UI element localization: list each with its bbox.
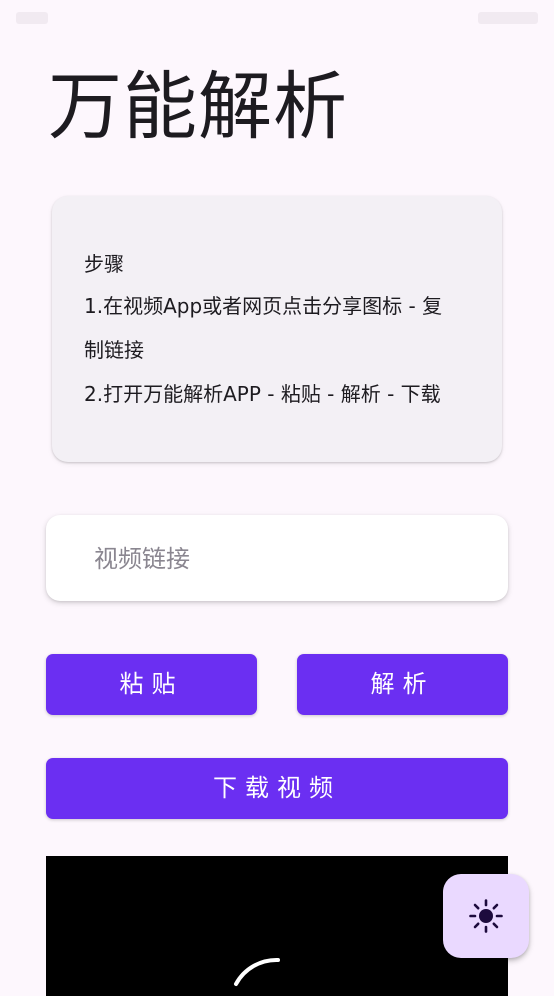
- step-1-line-1: 1.在视频App或者网页点击分享图标 - 复: [84, 294, 443, 318]
- theme-toggle-button[interactable]: [443, 874, 529, 958]
- steps-heading: 步骤: [84, 252, 124, 276]
- steps-card: 步骤 1.在视频App或者网页点击分享图标 - 复 制链接 2.打开万能解析AP…: [52, 196, 502, 462]
- video-link-field[interactable]: [46, 515, 508, 603]
- status-time-placeholder: [16, 12, 48, 24]
- video-player[interactable]: [46, 856, 508, 996]
- loading-spinner-icon: [234, 957, 280, 986]
- status-bar: [0, 0, 554, 36]
- download-video-button[interactable]: 下载视频: [46, 758, 508, 819]
- step-2: 2.打开万能解析APP - 粘贴 - 解析 - 下载: [84, 382, 441, 406]
- status-icons-placeholder: [478, 12, 538, 24]
- paste-button[interactable]: 粘贴: [46, 654, 257, 715]
- parse-button[interactable]: 解析: [297, 654, 508, 715]
- sun-icon: [469, 899, 503, 933]
- page-title: 万能解析: [48, 64, 348, 150]
- video-link-input[interactable]: [92, 515, 476, 603]
- step-1-line-2: 制链接: [84, 338, 144, 362]
